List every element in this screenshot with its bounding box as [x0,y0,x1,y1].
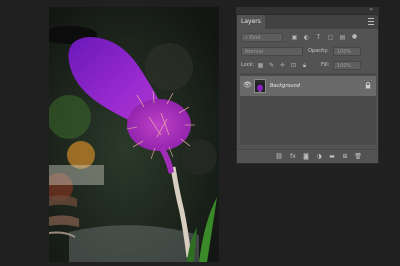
tab-layers[interactable]: Layers [237,15,265,29]
layer-name[interactable]: Background [270,76,300,96]
layer-lock-icon [365,82,371,89]
blend-row: Normal Opacity: 100% [241,47,376,57]
link-icon[interactable]: ⛓︎ [275,153,283,161]
new-layer-icon[interactable]: ⊞ [341,153,349,161]
lock-row: Lock: ▦ ✎ ✛ ⊡ 🔒︎ Fill: 100% [241,61,376,71]
blend-mode-value: Normal [245,49,264,55]
opacity-value: 100% [337,49,352,55]
adjustment-icon[interactable]: ◑ [315,153,323,161]
panel-dock-strip: » [236,6,379,14]
filter-toggle-icon[interactable]: ● [351,33,358,40]
fill-field[interactable]: 100% [333,61,361,70]
flower-photo [49,7,219,262]
folder-icon[interactable]: ▬ [328,153,336,161]
tab-layers-label: Layers [241,18,261,25]
opacity-label: Opacity: [308,48,329,54]
fill-label: Fill: [321,62,330,68]
pixel-filter-icon[interactable]: ▣ [291,34,298,41]
trash-icon[interactable]: 🗑︎ [354,153,362,161]
filter-row: ⌕ Kind ▣ ◐ T ▢ ▤ ● [241,33,376,43]
adjustment-filter-icon[interactable]: ◐ [303,34,310,41]
document-image[interactable] [49,7,219,262]
visibility-eye-icon[interactable]: 👁︎ [243,81,252,89]
lock-image-icon[interactable]: ✎ [268,62,275,69]
opacity-field[interactable]: 100% [333,47,361,56]
shape-filter-icon[interactable]: ▢ [327,34,334,41]
lock-transparent-icon[interactable]: ▦ [257,62,264,69]
smart-object-filter-icon[interactable]: ▤ [339,34,346,41]
lock-artboard-icon[interactable]: ⊡ [290,62,297,69]
layers-list: 👁︎ Background [240,73,376,145]
lock-position-icon[interactable]: ✛ [279,62,286,69]
lock-all-icon[interactable]: 🔒︎ [301,62,308,69]
panel-menu-icon[interactable] [368,18,374,26]
layers-footer: ⛓︎ fx ◙ ◑ ▬ ⊞ 🗑︎ [237,149,378,163]
collapse-panels-icon[interactable]: » [369,6,373,14]
search-icon: ⌕ [245,35,248,41]
lock-label: Lock: [241,62,255,68]
layer-thumbnail [254,79,266,93]
mask-icon[interactable]: ◙ [302,153,310,161]
panel-tab-bar: Layers [237,15,378,29]
fill-value: 100% [337,63,352,69]
layer-row-background[interactable]: 👁︎ Background [240,76,376,96]
fx-icon[interactable]: fx [289,153,297,161]
layers-panel: Layers ⌕ Kind ▣ ◐ T ▢ ▤ ● Normal Opacity… [236,14,379,164]
type-filter-icon[interactable]: T [315,34,322,41]
kind-filter-label: Kind [249,35,261,41]
kind-filter-select[interactable]: ⌕ Kind [241,33,283,42]
blend-mode-select[interactable]: Normal [241,47,303,56]
